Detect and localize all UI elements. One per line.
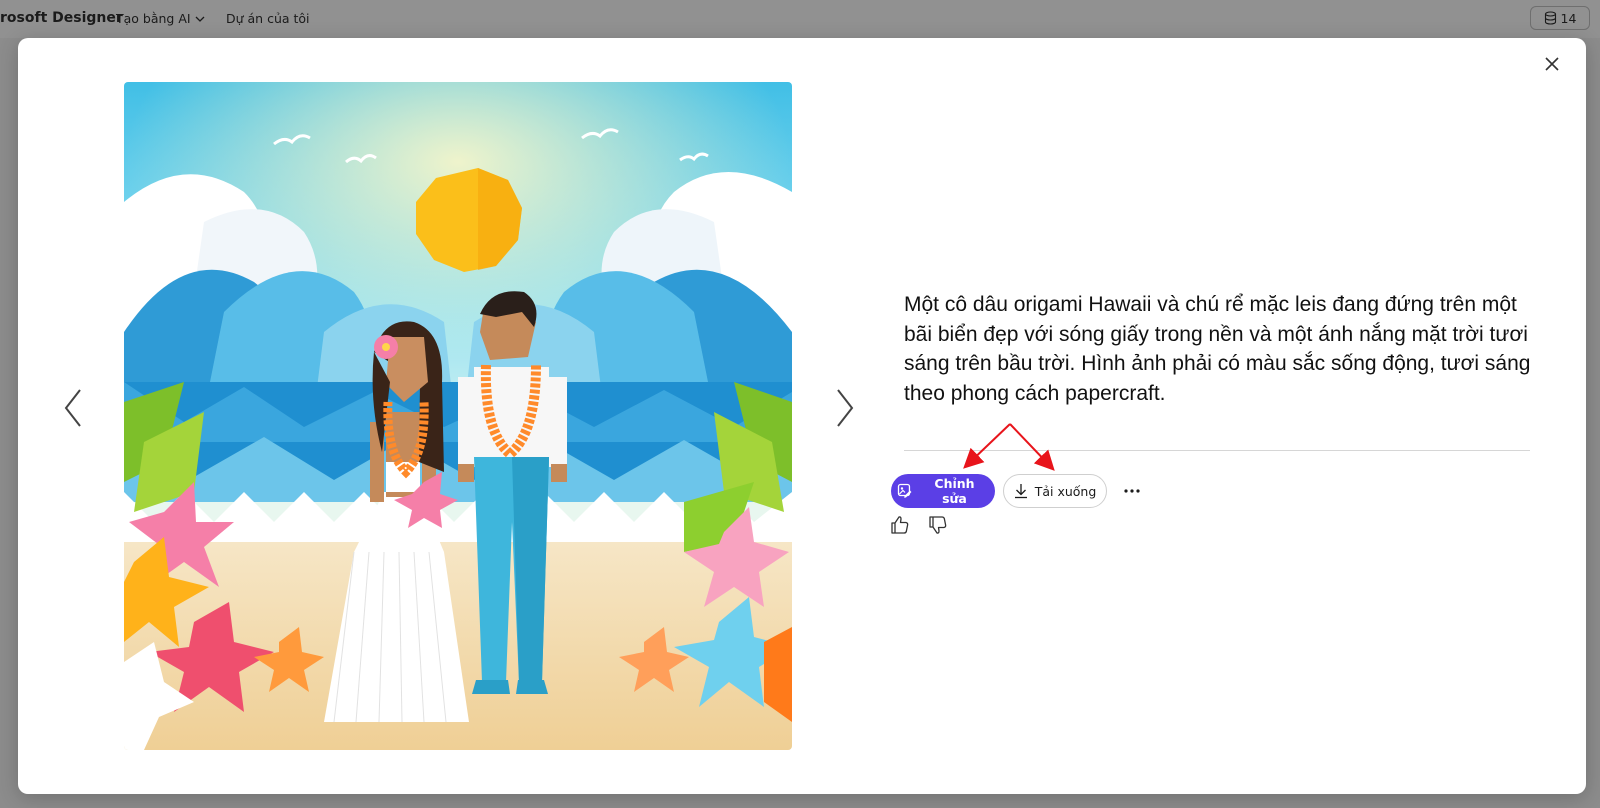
edit-label: Chỉnh sửa	[934, 476, 975, 506]
chevron-left-icon	[64, 389, 81, 427]
more-options-button[interactable]	[1119, 478, 1145, 504]
more-icon	[1124, 489, 1140, 493]
my-projects-link[interactable]: Dự án của tôi	[226, 11, 310, 26]
previous-image-button[interactable]	[58, 384, 88, 432]
download-icon	[1014, 484, 1027, 499]
close-button[interactable]	[1540, 52, 1564, 76]
chevron-down-icon	[195, 16, 205, 22]
top-bar: rosoft Designer Tạo bằng AI Dự án của tô…	[0, 0, 1600, 38]
generated-image	[124, 82, 792, 750]
credits-count: 14	[1560, 10, 1577, 26]
divider	[904, 450, 1530, 451]
app-brand[interactable]: rosoft Designer	[0, 10, 123, 26]
download-button[interactable]: Tải xuống	[1003, 474, 1107, 508]
close-icon	[1545, 57, 1559, 71]
edit-button[interactable]: Chỉnh sửa	[891, 474, 995, 508]
image-detail-dialog: Một cô dâu origami Hawaii và chú rể mặc …	[18, 38, 1586, 794]
create-ai-menu[interactable]: Tạo bằng AI	[116, 11, 205, 26]
thumbs-up-icon	[891, 516, 909, 534]
chevron-right-icon	[837, 389, 854, 427]
credits-badge[interactable]: 14	[1530, 6, 1590, 30]
dislike-button[interactable]	[927, 514, 949, 536]
create-ai-label: Tạo bằng AI	[116, 11, 191, 26]
image-edit-icon	[897, 483, 912, 498]
image-prompt-text: Một cô dâu origami Hawaii và chú rể mặc …	[904, 293, 1531, 405]
thumbs-down-icon	[929, 516, 947, 534]
papercraft-beach-illustration	[124, 82, 792, 750]
coins-icon	[1544, 11, 1556, 25]
like-button[interactable]	[889, 514, 911, 536]
next-image-button[interactable]	[830, 384, 860, 432]
download-label: Tải xuống	[1034, 483, 1097, 499]
